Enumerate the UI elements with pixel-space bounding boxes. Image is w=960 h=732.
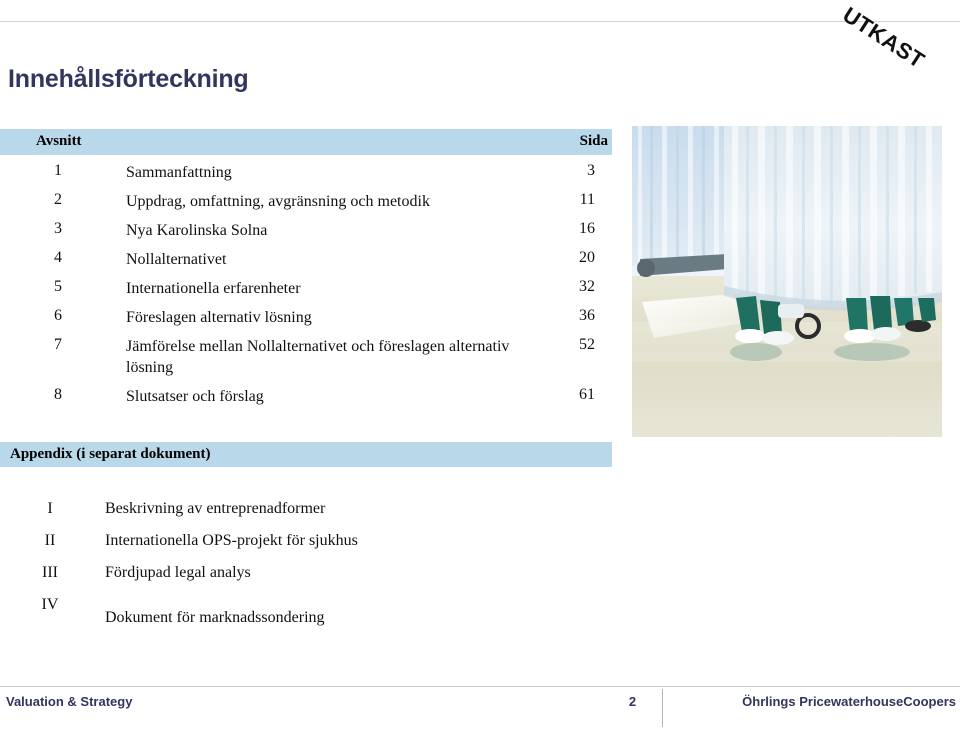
toc-row-number: 8	[54, 386, 62, 403]
draft-watermark: UTKAST	[838, 2, 930, 74]
footer-page-number: 2	[628, 694, 637, 709]
footer-divider	[0, 686, 960, 687]
toc-row-title: Sammanfattning	[126, 164, 232, 181]
toc-row-page: 3	[587, 162, 595, 179]
appendix-header-label: Appendix (i separat dokument)	[10, 446, 211, 462]
appendix-row-number: IV	[41, 596, 59, 613]
toc-row[interactable]: 7 Jämförelse mellan Nollalternativet och…	[0, 336, 612, 386]
table-of-contents: Avsnitt Sida 1 Sammanfattning 3 2 Uppdra…	[0, 129, 612, 415]
hospital-curtain-photo	[632, 126, 942, 437]
appendix-header-bar: Appendix (i separat dokument)	[0, 442, 612, 467]
toc-row[interactable]: 4 Nollalternativet 20	[0, 249, 612, 278]
toc-row[interactable]: 2 Uppdrag, omfattning, avgränsning och m…	[0, 191, 612, 220]
toc-row[interactable]: 5 Internationella erfarenheter 32	[0, 278, 612, 307]
toc-row-title: Nya Karolinska Solna	[126, 222, 268, 239]
appendix-row[interactable]: I Beskrivning av entreprenadformer	[0, 500, 612, 532]
appendix-row-title: Internationella OPS-projekt för sjukhus	[105, 532, 358, 549]
toc-row-title: Slutsatser och förslag	[126, 388, 264, 405]
appendix-list: I Beskrivning av entreprenadformer II In…	[0, 500, 612, 628]
toc-row-page: 16	[579, 220, 595, 237]
toc-row[interactable]: 8 Slutsatser och förslag 61	[0, 386, 612, 415]
toc-row-number: 2	[54, 191, 62, 208]
toc-rows: 1 Sammanfattning 3 2 Uppdrag, omfattning…	[0, 155, 612, 415]
toc-row-number: 6	[54, 307, 62, 324]
toc-row[interactable]: 3 Nya Karolinska Solna 16	[0, 220, 612, 249]
toc-row[interactable]: 6 Föreslagen alternativ lösning 36	[0, 307, 612, 336]
toc-row-title: Föreslagen alternativ lösning	[126, 309, 312, 326]
appendix-row-number: II	[44, 532, 56, 549]
toc-row-page: 32	[579, 278, 595, 295]
appendix-row[interactable]: III Fördjupad legal analys	[0, 564, 612, 596]
appendix-row[interactable]: II Internationella OPS-projekt för sjukh…	[0, 532, 612, 564]
toc-row-page: 52	[579, 336, 595, 353]
toc-row-page: 61	[579, 386, 595, 403]
appendix-row[interactable]: IV Dokument för marknadssondering	[0, 596, 612, 628]
toc-row[interactable]: 1 Sammanfattning 3	[0, 162, 612, 191]
toc-row-title: Jämförelse mellan Nollalternativet och f…	[126, 338, 510, 376]
toc-column-header-page: Sida	[579, 133, 608, 149]
toc-row-number: 3	[54, 220, 62, 237]
toc-header-row: Avsnitt Sida	[0, 129, 612, 155]
document-page: UTKAST Innehållsförteckning Avsnitt Sida…	[0, 0, 960, 732]
toc-row-page: 20	[579, 249, 595, 266]
toc-row-page: 36	[579, 307, 595, 324]
page-title: Innehållsförteckning	[8, 64, 249, 93]
toc-row-title: Uppdrag, omfattning, avgränsning och met…	[126, 193, 430, 210]
appendix-row-title: Beskrivning av entreprenadformer	[105, 500, 326, 517]
footer-department: Valuation & Strategy	[6, 694, 133, 709]
toc-row-number: 1	[54, 162, 62, 179]
appendix-row-number: I	[47, 500, 53, 517]
toc-row-page: 11	[579, 191, 595, 208]
toc-row-number: 4	[54, 249, 62, 266]
toc-row-number: 7	[54, 336, 62, 353]
appendix-row-title: Dokument för marknadssondering	[105, 609, 325, 626]
top-divider	[0, 21, 960, 22]
appendix-row-number: III	[42, 564, 58, 581]
toc-row-title: Nollalternativet	[126, 251, 227, 268]
toc-column-header-section: Avsnitt	[36, 133, 82, 149]
footer-company-name: Öhrlings PricewaterhouseCoopers	[742, 694, 956, 709]
toc-row-title: Internationella erfarenheter	[126, 280, 301, 297]
appendix-row-title: Fördjupad legal analys	[105, 564, 251, 581]
footer-vertical-divider	[662, 689, 663, 727]
toc-row-number: 5	[54, 278, 62, 295]
